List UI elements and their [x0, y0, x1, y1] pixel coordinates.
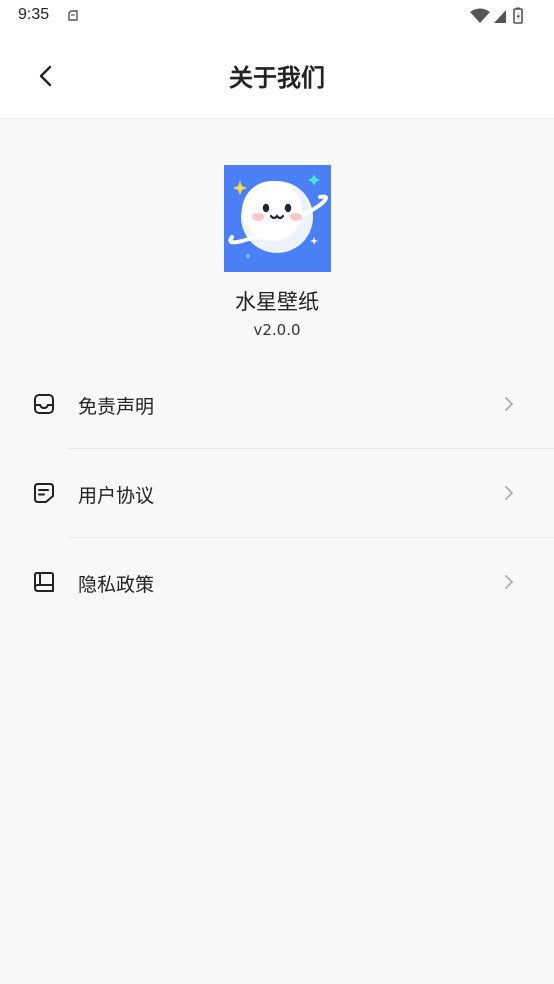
chevron-right-icon [502, 573, 516, 591]
tray-icon [33, 393, 55, 415]
status-time: 9:35 [18, 6, 50, 23]
menu-item-user-agreement[interactable]: 用户协议 [0, 449, 554, 538]
wifi-icon [470, 8, 490, 23]
status-icons [470, 6, 540, 26]
app-icon [224, 165, 331, 272]
app-name: 水星壁纸 [235, 290, 319, 314]
document-icon [33, 482, 55, 504]
status-bar: 9:35 [0, 0, 554, 32]
menu-item-label: 免责声明 [78, 396, 155, 418]
menu-item-disclaimer[interactable]: 免责声明 [0, 360, 554, 449]
signal-icon [494, 10, 506, 23]
menu-item-label: 隐私政策 [78, 574, 155, 596]
chevron-right-icon [502, 484, 516, 502]
chevron-right-icon [502, 395, 516, 413]
book-icon [33, 571, 55, 593]
notification-icon [66, 8, 80, 22]
planet-face-icon [224, 165, 331, 272]
menu-list: 免责声明 用户协议 隐私政策 [0, 360, 554, 627]
page-title: 关于我们 [229, 64, 325, 92]
app-version: v2.0.0 [253, 321, 301, 339]
menu-item-label: 用户协议 [78, 485, 155, 507]
menu-item-privacy-policy[interactable]: 隐私政策 [0, 538, 554, 627]
header: 关于我们 [0, 32, 554, 119]
battery-icon [513, 7, 523, 24]
